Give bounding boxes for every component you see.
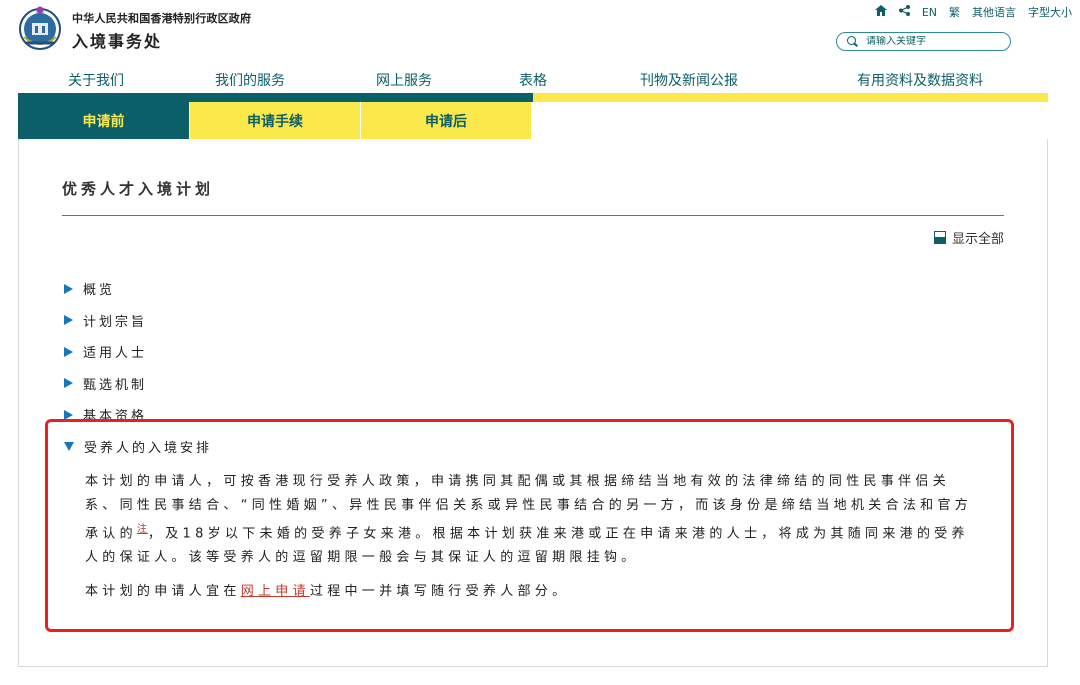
tab-before-application[interactable]: 申请前	[18, 102, 189, 139]
online-application-link[interactable]: 网上申请	[241, 584, 310, 599]
top-utility-links: EN 繁 其他语言 字型大小	[874, 4, 1072, 20]
nav-publications-press[interactable]: 刊物及新闻公报	[640, 70, 738, 90]
accordion-item-selection-mechanism[interactable]: 甄选机制	[64, 368, 212, 400]
page-title: 优秀人才入境计划	[62, 180, 215, 198]
nav-online-services[interactable]: 网上服务	[376, 70, 432, 90]
sub-tabs: 申请前 申请手续 申请后	[18, 102, 531, 139]
expand-arrow-icon	[64, 346, 73, 357]
tab-application-procedure[interactable]: 申请手续	[189, 102, 360, 139]
font-size-link[interactable]: 字型大小	[1028, 4, 1072, 20]
hk-immigration-emblem-logo[interactable]	[18, 3, 62, 53]
paragraph-text: 过程中一并填写随行受养人部分。	[309, 584, 570, 600]
government-name: 中华人民共和国香港特别行政区政府	[72, 12, 252, 25]
dependants-paragraph-1: 本计划的申请人，可按香港现行受养人政策，申请携同其配偶或其根据缔结当地有效的法律…	[85, 470, 975, 570]
accordion-label: 基本资格	[83, 409, 148, 425]
accordion-expanded-content: 本计划的申请人，可按香港现行受养人政策，申请携同其配偶或其根据缔结当地有效的法律…	[85, 470, 975, 614]
nav-about-us[interactable]: 关于我们	[68, 70, 124, 90]
home-icon[interactable]	[874, 5, 887, 19]
accordion-item-overview[interactable]: 概览	[64, 273, 212, 305]
expand-arrow-icon	[64, 283, 73, 294]
title-divider	[62, 215, 1004, 216]
accordion-label: 甄选机制	[83, 377, 148, 393]
english-language-link[interactable]: EN	[922, 6, 937, 19]
accordion-label: 适用人士	[83, 346, 148, 362]
share-icon[interactable]	[898, 5, 910, 19]
search-box	[836, 32, 1011, 51]
search-input[interactable]	[866, 36, 996, 47]
nav-our-services[interactable]: 我们的服务	[215, 70, 285, 90]
other-languages-link[interactable]: 其他语言	[972, 4, 1016, 20]
accordion-label: 概览	[83, 283, 116, 299]
search-icon[interactable]	[847, 36, 858, 47]
main-navigation: 关于我们 我们的服务 网上服务 表格 刊物及新闻公报 有用资料及数据资料	[18, 70, 1048, 90]
nav-useful-info[interactable]: 有用资料及数据资料	[857, 70, 983, 90]
nav-underline-yellow	[533, 93, 1048, 102]
paragraph-text: 本计划的申请人宜在	[85, 584, 241, 600]
collapse-arrow-icon	[64, 441, 74, 451]
traditional-chinese-link[interactable]: 繁	[949, 4, 960, 20]
accordion-label: 计划宗旨	[83, 314, 148, 330]
tab-after-application[interactable]: 申请后	[360, 102, 531, 139]
accordion-list: 概览 计划宗旨 适用人士 甄选机制 基本资格 受养人的入境安排	[64, 273, 212, 462]
note-link[interactable]: 注	[137, 524, 148, 535]
accordion-item-dependants-arrangement[interactable]: 受养人的入境安排	[64, 431, 212, 463]
accordion-item-eligible-persons[interactable]: 适用人士	[64, 336, 212, 368]
paragraph-text: ，及18岁以下未婚的受养子女来港。根据本计划获准来港或正在申请来港的人士，将成为…	[85, 526, 969, 566]
show-all-label: 显示全部	[951, 232, 1004, 247]
accordion-item-basic-eligibility[interactable]: 基本资格	[64, 399, 212, 431]
accordion-item-objectives[interactable]: 计划宗旨	[64, 305, 212, 337]
nav-forms[interactable]: 表格	[519, 70, 547, 90]
show-all-toggle[interactable]: 显示全部	[933, 228, 1004, 247]
expand-arrow-icon	[64, 378, 73, 389]
expand-arrow-icon	[64, 315, 73, 326]
nav-underline-dark	[18, 93, 533, 102]
expand-all-icon	[933, 231, 946, 244]
expand-arrow-icon	[64, 409, 73, 420]
dependants-paragraph-2: 本计划的申请人宜在网上申请过程中一并填写随行受养人部分。	[85, 580, 975, 604]
accordion-label: 受养人的入境安排	[84, 440, 213, 456]
department-name[interactable]: 入境事务处	[72, 28, 162, 52]
